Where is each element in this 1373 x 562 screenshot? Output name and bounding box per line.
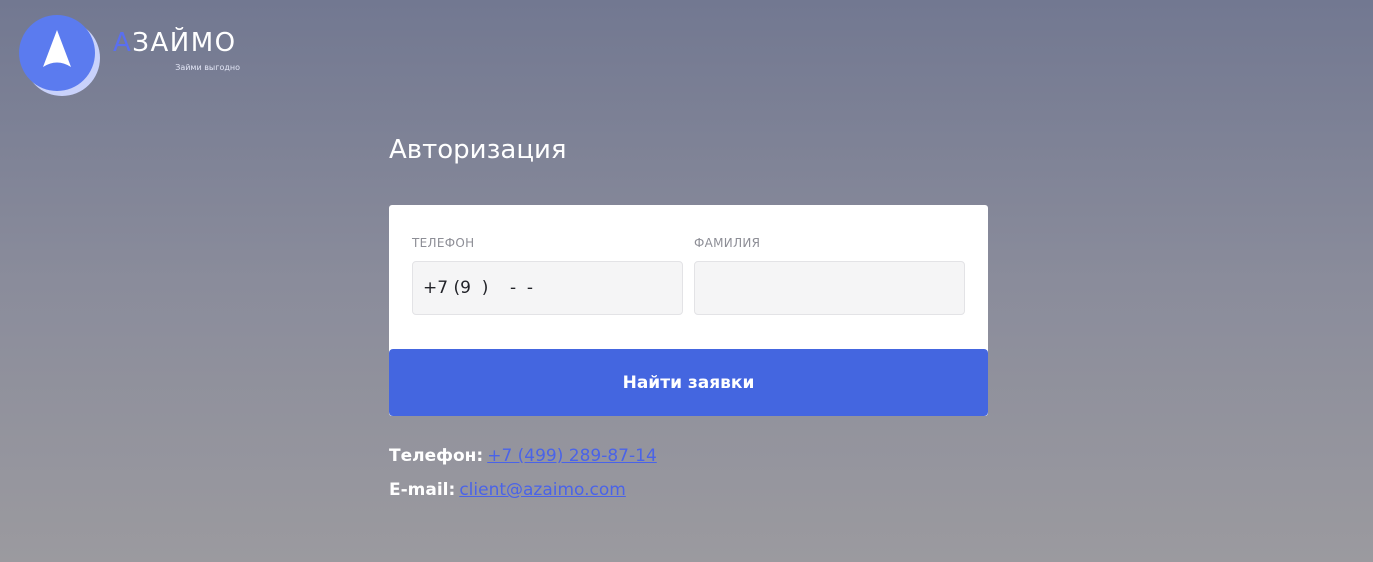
contact-phone-line: Телефон: +7 (499) 289-87-14 bbox=[389, 445, 657, 467]
contact-email-line: E-mail: client@azaimo.com bbox=[389, 479, 626, 501]
contact-email-link[interactable]: client@azaimo.com bbox=[459, 480, 626, 500]
contact-email-label: E-mail: bbox=[389, 480, 456, 500]
phone-field-label: Телефон bbox=[412, 236, 475, 250]
contact-phone-link[interactable]: +7 (499) 289-87-14 bbox=[487, 446, 657, 466]
contact-phone-label: Телефон: bbox=[389, 446, 484, 466]
brand-name-rest: ЗАЙМО bbox=[132, 28, 237, 58]
surname-field-group: Фамилия bbox=[694, 235, 965, 315]
brand-name: АЗАЙМО bbox=[113, 28, 237, 58]
page-title: Авторизация bbox=[389, 135, 567, 165]
phone-field-group: Телефон bbox=[412, 235, 683, 315]
rocket-logo-icon bbox=[19, 15, 100, 96]
phone-input[interactable] bbox=[412, 261, 683, 315]
surname-field-label: Фамилия bbox=[694, 236, 761, 250]
auth-form: Телефон Фамилия Найти заявки bbox=[389, 205, 988, 416]
find-applications-button[interactable]: Найти заявки bbox=[389, 349, 988, 416]
site-logo[interactable]: АЗАЙМО Займи выгодно bbox=[18, 14, 258, 98]
brand-tagline: Займи выгодно bbox=[175, 63, 240, 72]
brand-name-accent: А bbox=[113, 28, 133, 58]
surname-input[interactable] bbox=[694, 261, 965, 315]
